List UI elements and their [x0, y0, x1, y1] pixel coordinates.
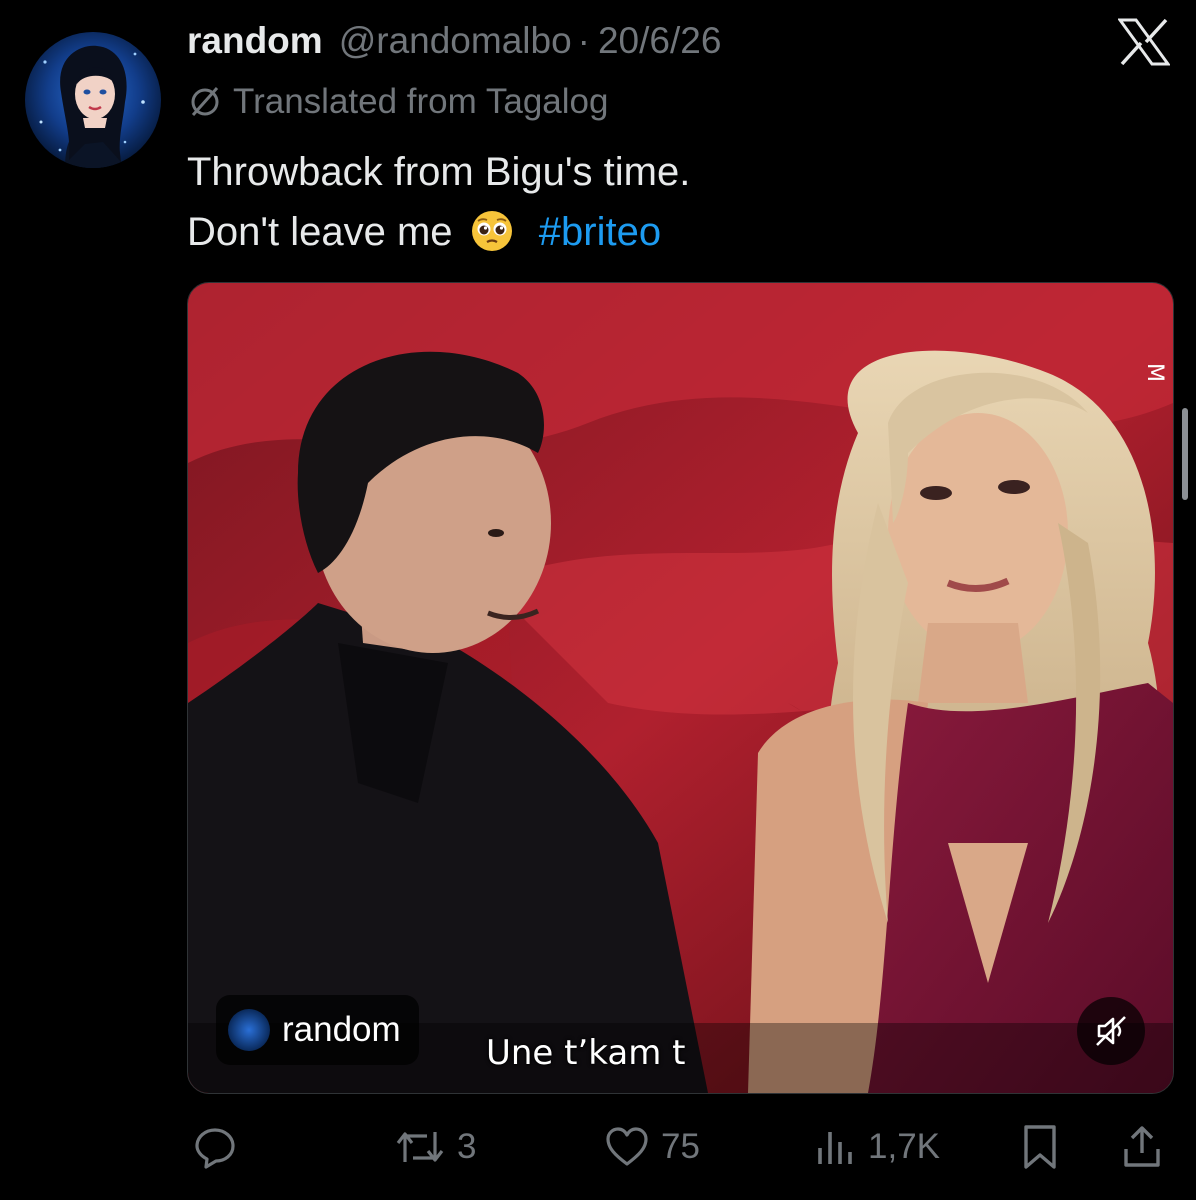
post-text-line-1: Throwback from Bigu's time. [187, 150, 691, 194]
video-frame: M [188, 283, 1173, 1093]
user-handle[interactable]: @randomalbo [339, 20, 572, 62]
post-text: Throwback from Bigu's time. Don't leave … [187, 142, 690, 262]
pleading-face-emoji-icon [471, 211, 512, 251]
bookmark-button[interactable] [1018, 1112, 1062, 1182]
x-logo-icon[interactable] [1117, 18, 1171, 66]
side-glyph: M [1142, 363, 1167, 382]
repost-count: 3 [457, 1127, 477, 1166]
post-date[interactable]: 20/6/26 [598, 20, 721, 62]
views-count: 1,7K [868, 1127, 940, 1166]
repost-icon [396, 1132, 444, 1162]
translation-label: Translated from Tagalog [233, 82, 609, 121]
mute-toggle-button[interactable] [1077, 997, 1145, 1065]
views-icon [818, 1132, 852, 1164]
display-name[interactable]: random [187, 20, 323, 62]
watermark-label: random [282, 1010, 401, 1049]
post-action-bar: 3 75 1,7K [0, 1112, 1196, 1182]
share-button[interactable] [1118, 1112, 1166, 1182]
views-button[interactable]: 1,7K [812, 1112, 940, 1182]
share-icon [1124, 1126, 1160, 1167]
post-text-line-2: Don't leave me #briteo [187, 202, 690, 262]
video-player[interactable]: M random Une t’kam t [187, 282, 1174, 1094]
video-subtitle: Une t’kam t [486, 1033, 686, 1073]
hashtag-link[interactable]: #briteo [539, 210, 661, 254]
header-separator: · [577, 20, 590, 61]
globe-slash-icon [191, 87, 219, 116]
reply-button[interactable] [192, 1112, 248, 1182]
scroll-indicator[interactable] [1182, 408, 1188, 500]
post-header: random @randomalbo · 20/6/26 [187, 20, 721, 64]
avatar-illustration [39, 45, 145, 168]
translation-notice[interactable]: Translated from Tagalog [187, 82, 608, 122]
post-text-line-2-prefix: Don't leave me [187, 210, 453, 254]
like-button[interactable]: 75 [603, 1112, 700, 1182]
heart-icon [606, 1127, 648, 1166]
repost-button[interactable]: 3 [393, 1112, 476, 1182]
like-count: 75 [661, 1127, 700, 1166]
bookmark-icon [1024, 1125, 1056, 1169]
reply-icon [195, 1128, 235, 1169]
watermark-avatar [228, 1009, 270, 1051]
watermark-badge: random [216, 995, 419, 1065]
muted-speaker-icon [1096, 1016, 1126, 1046]
profile-avatar[interactable] [25, 32, 161, 168]
